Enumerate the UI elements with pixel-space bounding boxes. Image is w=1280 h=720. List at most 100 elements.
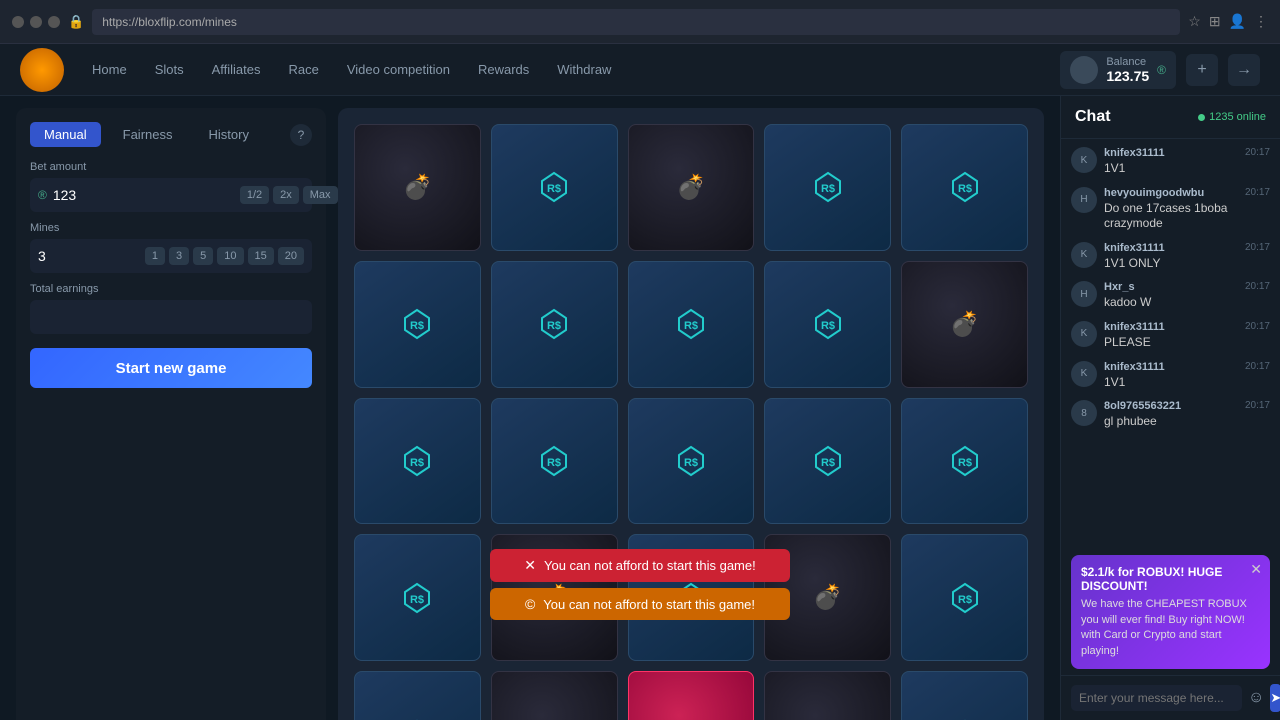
mines-10[interactable]: 10	[217, 247, 243, 265]
navbar: Home Slots Affiliates Race Video competi…	[0, 44, 1280, 96]
gem-icon: R$	[536, 443, 572, 479]
chat-time-1: 20:17	[1245, 187, 1270, 199]
chat-message-1: H hevyouimgoodwbu 20:17 Do one 17cases 1…	[1071, 187, 1270, 232]
chat-msg-content-6: 8ol9765563221 20:17 gl phubee	[1104, 400, 1270, 430]
mines-15[interactable]: 15	[248, 247, 274, 265]
nav-links: Home Slots Affiliates Race Video competi…	[80, 56, 1060, 83]
gem-icon: R$	[673, 306, 709, 342]
mine-cell-5[interactable]: R$	[354, 261, 481, 388]
tab-history[interactable]: History	[195, 122, 263, 147]
chat-avatar-5: K	[1071, 361, 1097, 387]
mine-cell-21[interactable]: 💣	[491, 671, 618, 720]
chat-msg-header-3: Hxr_s 20:17	[1104, 281, 1270, 293]
nav-video-competition[interactable]: Video competition	[335, 56, 462, 83]
svg-text:R$: R$	[547, 183, 561, 195]
mine-cell-7[interactable]: R$	[628, 261, 755, 388]
nav-rewards[interactable]: Rewards	[466, 56, 541, 83]
nav-withdraw[interactable]: Withdraw	[545, 56, 623, 83]
nav-race[interactable]: Race	[277, 56, 331, 83]
browser-refresh-btn[interactable]	[48, 16, 60, 28]
mine-cell-3[interactable]: R$	[764, 124, 891, 251]
nav-home[interactable]: Home	[80, 56, 139, 83]
url-text: https://bloxflip.com/mines	[102, 15, 237, 29]
chat-username-5: knifex31111	[1104, 361, 1165, 373]
address-bar[interactable]: https://bloxflip.com/mines	[92, 9, 1180, 35]
account-icon[interactable]: 👤	[1229, 13, 1246, 30]
nav-slots[interactable]: Slots	[143, 56, 196, 83]
mine-cell-6[interactable]: R$	[491, 261, 618, 388]
logout-button[interactable]: →	[1228, 54, 1260, 86]
mine-cell-0[interactable]: 💣	[354, 124, 481, 251]
chat-header: Chat 1235 online	[1061, 96, 1280, 139]
help-button[interactable]: ?	[290, 124, 312, 146]
chat-username-2: knifex31111	[1104, 242, 1165, 254]
nav-affiliates[interactable]: Affiliates	[200, 56, 273, 83]
chat-msg-header-2: knifex31111 20:17	[1104, 242, 1270, 254]
promo-close-button[interactable]: ✕	[1250, 561, 1262, 578]
mine-grid-container: 💣 R$ 💣 R$ R$ R$ R$ R$ R$ 💣	[338, 108, 1044, 720]
half-btn[interactable]: 1/2	[240, 186, 269, 204]
add-funds-button[interactable]: +	[1186, 54, 1218, 86]
chat-message-3: H Hxr_s 20:17 kadoo W	[1071, 281, 1270, 311]
mines-value: 3	[38, 248, 139, 264]
mines-20[interactable]: 20	[278, 247, 304, 265]
chat-msg-content-0: knifex31111 20:17 1V1	[1104, 147, 1270, 177]
svg-text:R$: R$	[684, 457, 698, 469]
browser-forward-btn[interactable]	[30, 16, 42, 28]
mine-cell-1[interactable]: R$	[491, 124, 618, 251]
max-btn[interactable]: Max	[303, 186, 338, 204]
mine-cell-2[interactable]: 💣	[628, 124, 755, 251]
gem-icon: R$	[947, 169, 983, 205]
emoji-button[interactable]: ☺	[1248, 689, 1264, 707]
mine-cell-24[interactable]: R$	[901, 671, 1028, 720]
browser-back-btn[interactable]	[12, 16, 24, 28]
menu-icon[interactable]: ⋮	[1254, 13, 1268, 30]
chat-title: Chat	[1075, 108, 1111, 126]
mines-3[interactable]: 3	[169, 247, 189, 265]
bet-input[interactable]	[53, 187, 234, 203]
extensions-icon[interactable]: ⊞	[1209, 13, 1221, 30]
tab-manual[interactable]: Manual	[30, 122, 101, 147]
mine-cell-9[interactable]: 💣	[901, 261, 1028, 388]
balance-box: Balance 123.75 ®	[1060, 51, 1176, 89]
mine-cell-14[interactable]: R$	[901, 398, 1028, 525]
mine-cell-12[interactable]: R$	[628, 398, 755, 525]
mine-cell-22[interactable]: 💣	[628, 671, 755, 720]
chat-text-2: 1V1 ONLY	[1104, 256, 1270, 272]
tab-fairness[interactable]: Fairness	[109, 122, 187, 147]
browser-controls	[12, 16, 60, 28]
site-logo[interactable]	[20, 48, 64, 92]
toast-error-icon-2: ©	[525, 596, 535, 612]
mine-cell-19[interactable]: R$	[901, 534, 1028, 661]
mines-1[interactable]: 1	[145, 247, 165, 265]
double-btn[interactable]: 2x	[273, 186, 299, 204]
start-game-button[interactable]: Start new game	[30, 348, 312, 388]
star-icon[interactable]: ☆	[1188, 13, 1201, 30]
mine-cell-23[interactable]: 💣	[764, 671, 891, 720]
chat-input[interactable]	[1071, 685, 1242, 711]
gem-icon: R$	[536, 169, 572, 205]
mines-5[interactable]: 5	[193, 247, 213, 265]
mine-cell-15[interactable]: R$	[354, 534, 481, 661]
mine-cell-13[interactable]: R$	[764, 398, 891, 525]
chat-message-0: K knifex31111 20:17 1V1	[1071, 147, 1270, 177]
chat-msg-header-0: knifex31111 20:17	[1104, 147, 1270, 159]
bet-amount-label: Bet amount	[30, 161, 312, 173]
balance-amount: 123.75	[1106, 68, 1149, 84]
toast-error-icon-1: ✕	[524, 557, 536, 574]
chat-msg-content-5: knifex31111 20:17 1V1	[1104, 361, 1270, 391]
balance-info: Balance 123.75	[1106, 56, 1149, 84]
mine-cell-11[interactable]: R$	[491, 398, 618, 525]
lock-icon: 🔒	[68, 14, 84, 30]
send-message-button[interactable]: ➤	[1270, 684, 1280, 712]
chat-msg-header-6: 8ol9765563221 20:17	[1104, 400, 1270, 412]
chat-msg-content-3: Hxr_s 20:17 kadoo W	[1104, 281, 1270, 311]
bet-input-row: ® 1/2 2x Max	[30, 178, 312, 212]
mine-cell-20[interactable]: R$	[354, 671, 481, 720]
mine-cell-8[interactable]: R$	[764, 261, 891, 388]
svg-text:R$: R$	[958, 183, 972, 195]
svg-text:R$: R$	[821, 183, 835, 195]
chat-panel: Chat 1235 online K knifex31111 20:17 1V1…	[1060, 96, 1280, 720]
mine-cell-4[interactable]: R$	[901, 124, 1028, 251]
mine-cell-10[interactable]: R$	[354, 398, 481, 525]
